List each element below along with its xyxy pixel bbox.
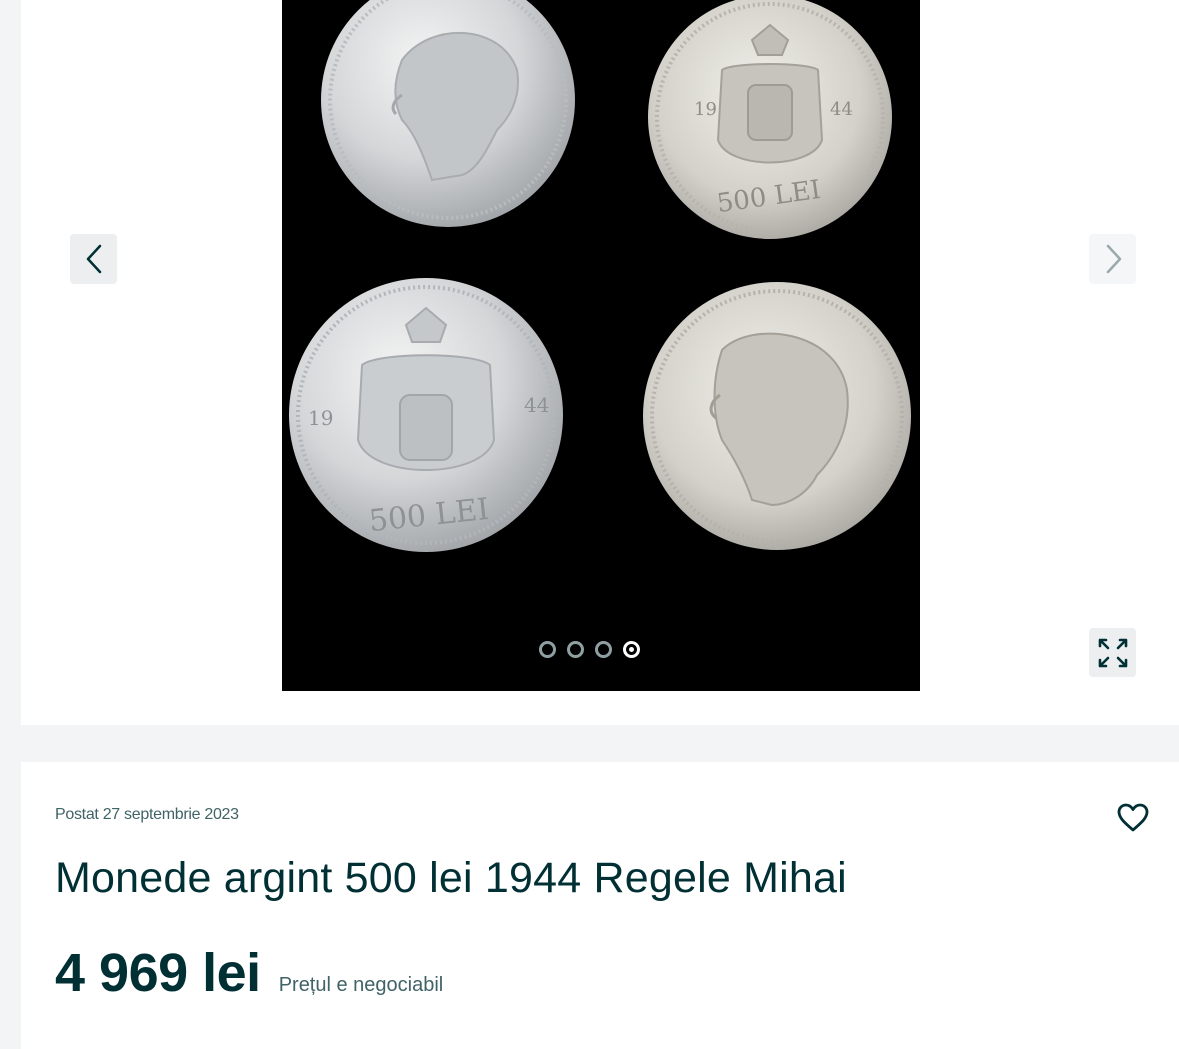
photo-dot-2[interactable] [567,641,584,658]
expand-icon [1098,638,1127,667]
chevron-left-icon [86,244,101,274]
svg-text:19: 19 [308,406,333,430]
listing-price: 4 969 lei [55,943,261,1003]
photo-dot-3[interactable] [595,641,612,658]
previous-photo-button[interactable] [70,234,117,284]
next-photo-button[interactable] [1089,234,1136,284]
coins-image: 19 44 500 LEI 19 44 500 LEI [282,0,920,691]
svg-text:19: 19 [694,99,717,120]
listing-details: Postat 27 septembrie 2023 Monede argint … [21,762,1179,1049]
price-row: 4 969 lei Prețul e negociabil [55,942,443,1004]
chevron-right-icon [1106,244,1121,274]
photo-dot-1[interactable] [539,641,556,658]
coin-reverse-top: 19 44 500 LEI [648,0,892,239]
photo-dot-4[interactable] [623,641,640,658]
fullscreen-button[interactable] [1089,628,1136,677]
posted-date: Postat 27 septembrie 2023 [55,806,239,823]
favorite-button[interactable] [1113,798,1153,838]
photo-indicators [539,641,640,658]
heart-icon [1117,803,1149,832]
listing-title: Monede argint 500 lei 1944 Regele Mihai [55,854,847,902]
svg-text:44: 44 [524,393,549,417]
photo-gallery: 19 44 500 LEI 19 44 500 LEI [21,0,1179,725]
svg-text:44: 44 [830,99,853,120]
price-negotiable-label: Prețul e negociabil [278,974,444,996]
coin-reverse-bottom: 19 44 500 LEI [289,278,563,552]
listing-photo[interactable]: 19 44 500 LEI 19 44 500 LEI [282,0,920,691]
coin-obverse-bottom [643,282,911,550]
